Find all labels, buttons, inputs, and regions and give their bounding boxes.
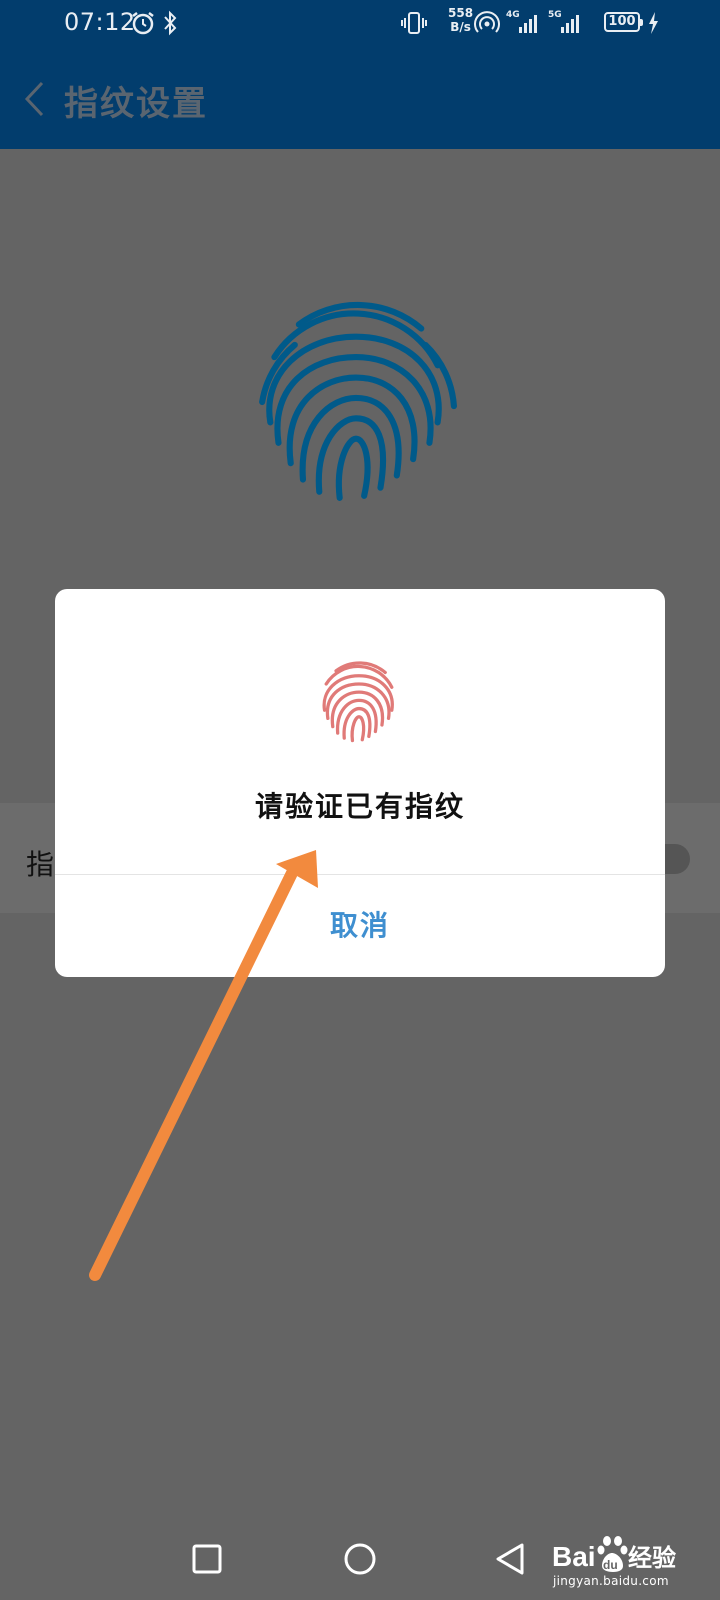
vibrate-icon [401, 12, 427, 34]
watermark-url: jingyan.baidu.com [553, 1574, 669, 1588]
back-icon[interactable] [494, 1542, 528, 1578]
row-label: 指 [26, 848, 55, 881]
hotspot-icon [474, 11, 500, 33]
fingerprint-icon [322, 661, 394, 743]
signal-4g-icon [519, 15, 537, 33]
baidu-logo-text-c: 经验 [628, 1544, 676, 1572]
charging-icon [649, 12, 658, 34]
chevron-left-icon[interactable] [22, 80, 48, 118]
navigation-bar: Bai du 经验 jingyan.baidu.com [0, 1520, 720, 1600]
battery-icon: 100 [604, 12, 643, 32]
home-icon[interactable] [342, 1542, 378, 1578]
network-speed-unit: B/s [450, 20, 471, 34]
dialog-message: 请验证已有指纹 [254, 790, 465, 823]
baidu-logo-text-b: du [603, 1558, 618, 1572]
signal-5g-icon [561, 15, 579, 33]
fingerprint-icon [259, 301, 457, 501]
bluetooth-icon [164, 10, 177, 36]
page-title: 指纹设置 [64, 84, 208, 124]
status-bar: 07:12 558 B/s 4G 5G 100 [0, 0, 720, 50]
verify-fingerprint-dialog: 请验证已有指纹 取消 [55, 589, 665, 977]
baidu-logo-text-a: Bai [552, 1541, 596, 1572]
network-speed-value: 558 [448, 6, 474, 20]
app-bar: 指纹设置 [0, 50, 720, 149]
network-speed: 558 B/s [448, 6, 473, 34]
cancel-button[interactable]: 取消 [55, 875, 665, 977]
alarm-icon [132, 12, 154, 35]
recents-icon[interactable] [190, 1542, 224, 1576]
battery-level: 100 [608, 14, 636, 29]
status-time: 07:12 [64, 8, 136, 36]
baidu-jingyan-logo: Bai du 经验 [552, 1536, 676, 1572]
